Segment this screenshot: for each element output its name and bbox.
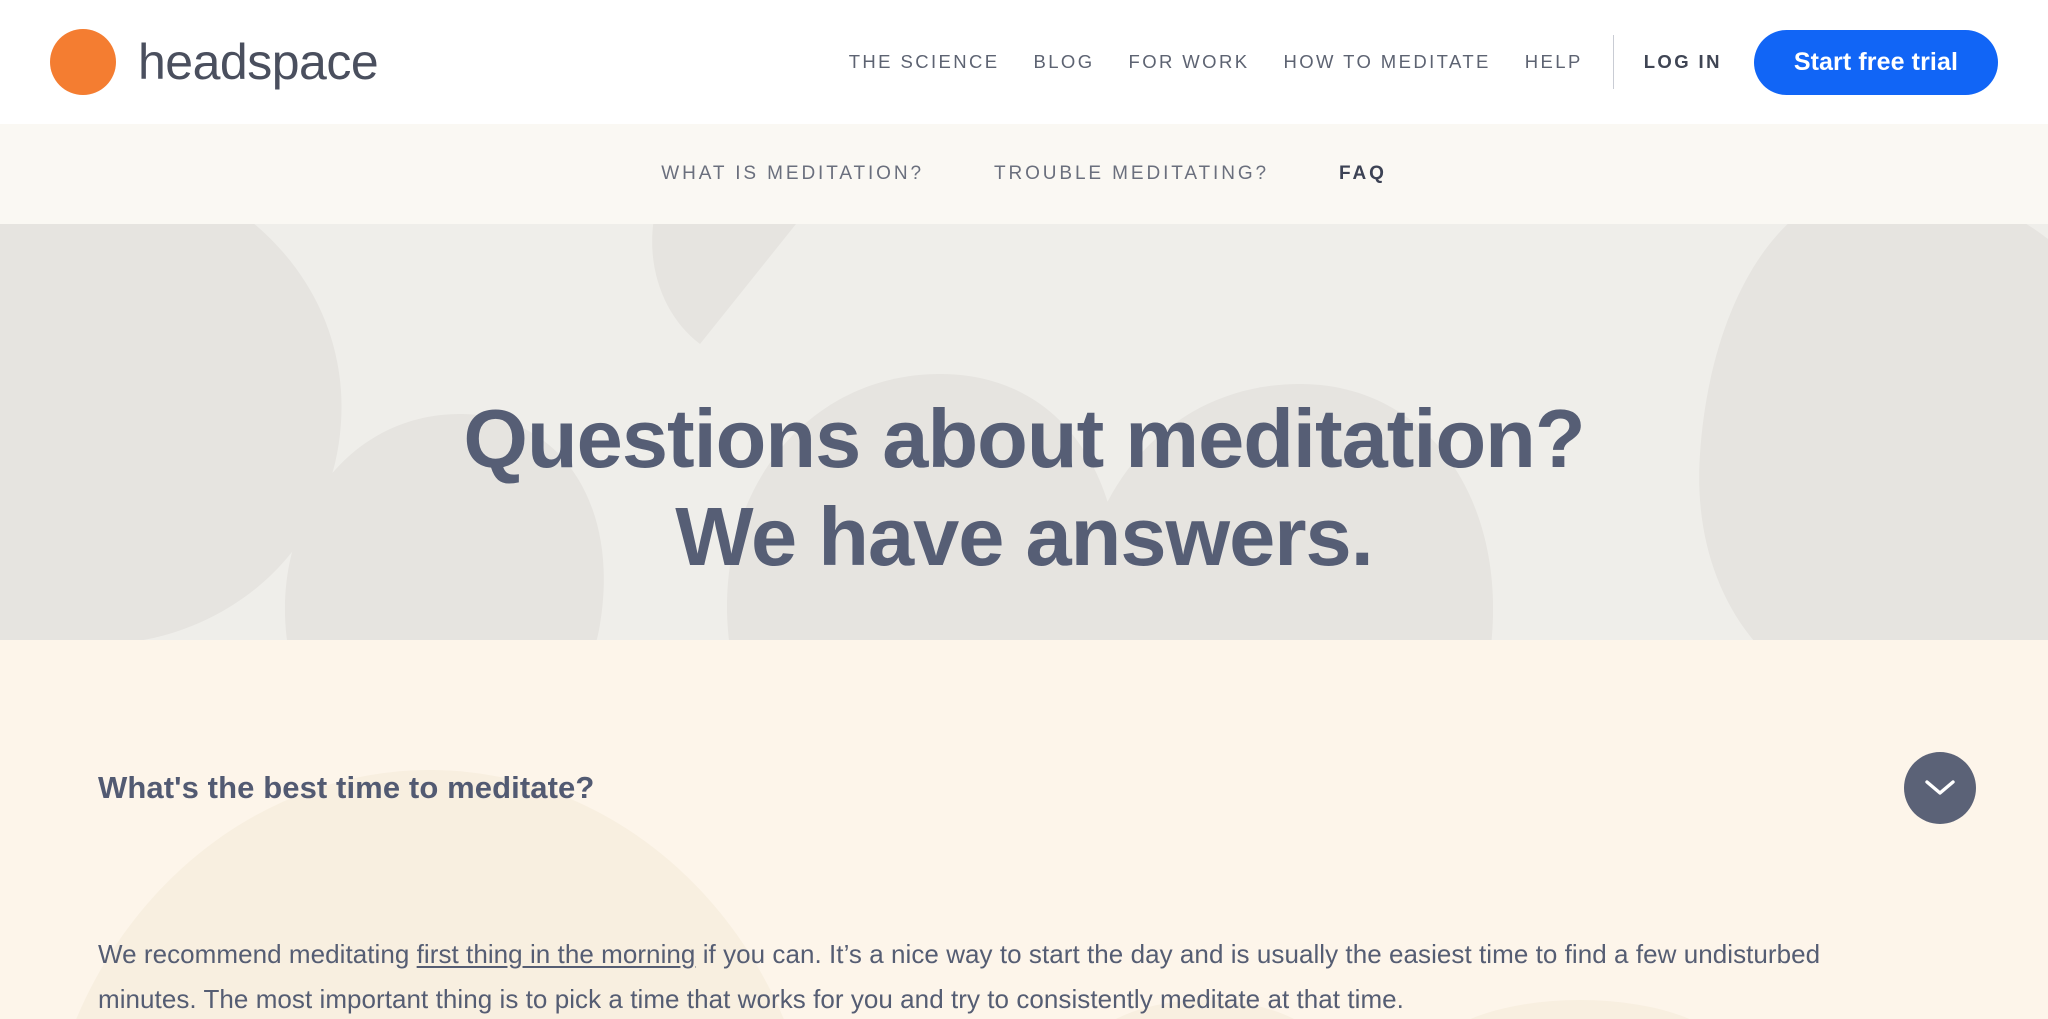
login-link[interactable]: LOG IN	[1644, 51, 1722, 73]
nav-item-the-science[interactable]: THE SCIENCE	[849, 51, 1000, 73]
subnav-item-trouble-meditating[interactable]: TROUBLE MEDITATING?	[959, 163, 1304, 185]
hero-heading: Questions about meditation? We have answ…	[0, 280, 2048, 640]
header-right-group: THE SCIENCE BLOG FOR WORK HOW TO MEDITAT…	[849, 29, 1998, 95]
nav-item-how-to-meditate[interactable]: HOW TO MEDITATE	[1283, 51, 1490, 73]
nav-divider	[1612, 35, 1614, 89]
faq-section: What's the best time to meditate? We rec…	[0, 640, 2048, 1019]
page-root: headspace THE SCIENCE BLOG FOR WORK HOW …	[0, 0, 2048, 1019]
faq-answer-text: We recommend meditating first thing in t…	[98, 932, 1898, 1019]
brand-logo-link[interactable]: headspace	[50, 29, 379, 95]
faq-question-text: What's the best time to meditate?	[98, 770, 595, 805]
hero-banner: Questions about meditation? We have answ…	[0, 224, 2048, 640]
subnav-item-what-is-meditation[interactable]: WHAT IS MEDITATION?	[626, 163, 959, 185]
start-free-trial-button[interactable]: Start free trial	[1753, 29, 1998, 95]
hero-heading-line-2: We have answers.	[675, 489, 1374, 583]
nav-item-blog[interactable]: BLOG	[1034, 51, 1095, 73]
faq-item-header[interactable]: What's the best time to meditate?	[98, 752, 1976, 824]
faq-answer-inline-link[interactable]: first thing in the morning	[417, 939, 696, 969]
faq-answer-segment-1: We recommend meditating	[98, 939, 417, 969]
brand-wordmark: headspace	[138, 34, 379, 90]
nav-item-for-work[interactable]: FOR WORK	[1129, 51, 1250, 73]
secondary-nav: WHAT IS MEDITATION? TROUBLE MEDITATING? …	[0, 124, 2048, 224]
hero-heading-line-1: Questions about meditation?	[463, 391, 1585, 485]
site-header: headspace THE SCIENCE BLOG FOR WORK HOW …	[0, 0, 2048, 124]
chevron-down-icon	[1925, 780, 1955, 795]
faq-accordion-toggle-button[interactable]	[1904, 752, 1976, 824]
headspace-orange-dot-icon	[50, 29, 116, 95]
subnav-item-faq[interactable]: FAQ	[1304, 163, 1422, 185]
primary-nav: THE SCIENCE BLOG FOR WORK HOW TO MEDITAT…	[849, 51, 1583, 73]
nav-item-help[interactable]: HELP	[1525, 51, 1583, 73]
faq-content: What's the best time to meditate? We rec…	[0, 640, 2048, 1019]
